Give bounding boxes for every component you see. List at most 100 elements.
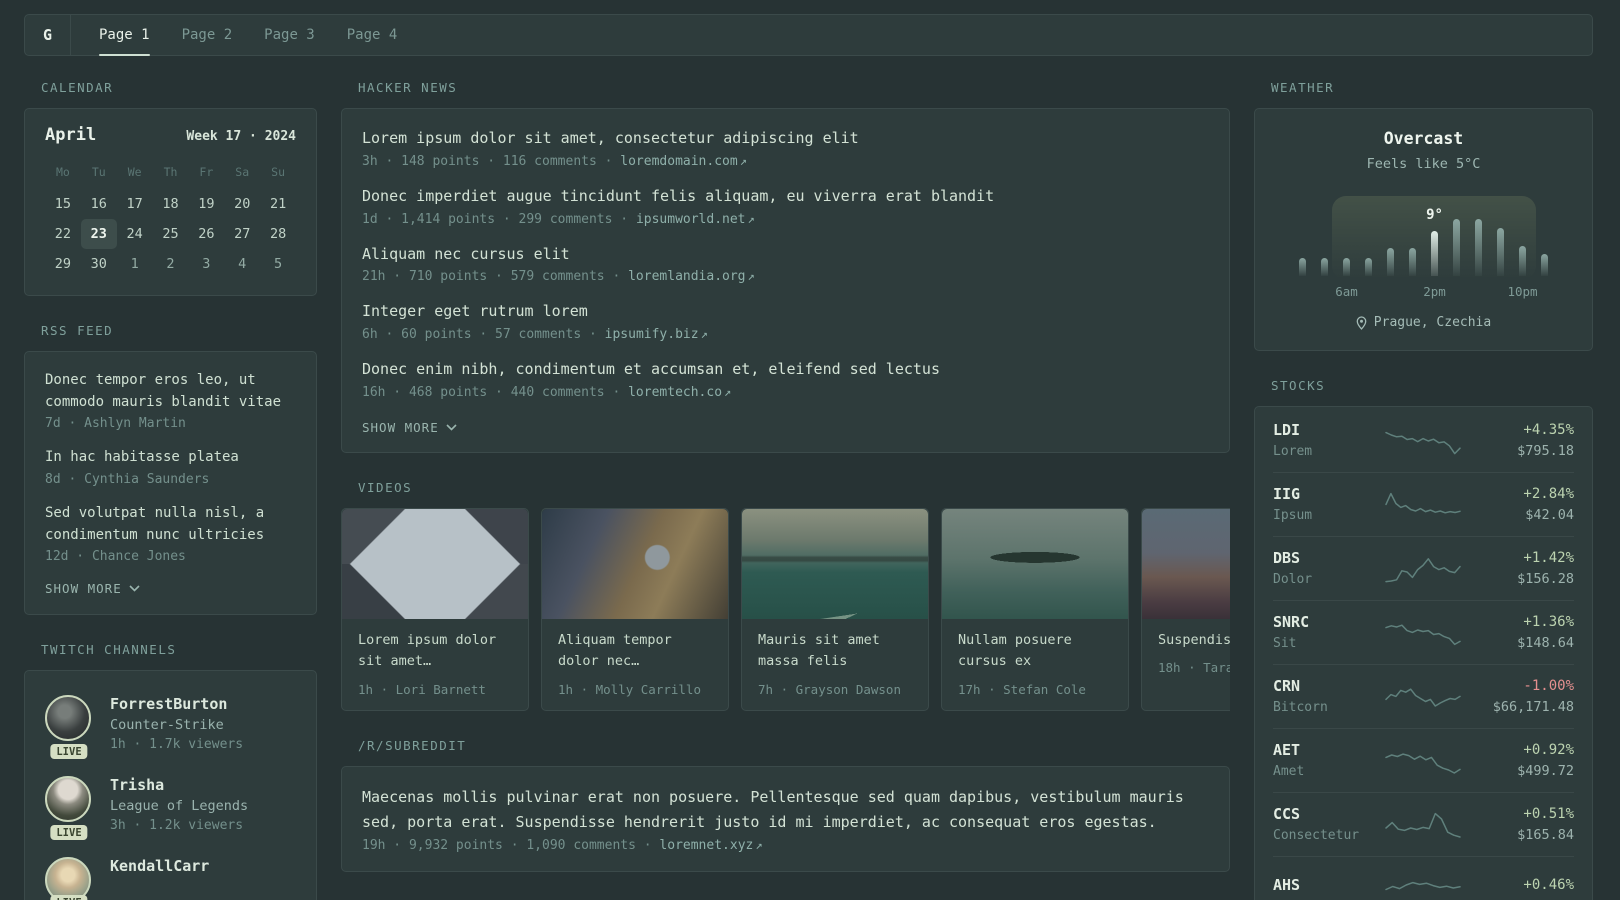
- video-title: Lorem ipsum dolor sit amet consectetu…: [358, 631, 497, 670]
- stock-row-crn[interactable]: CRN Bitcorn -1.00% $66,171.48: [1273, 664, 1574, 728]
- stock-row-snrc[interactable]: SNRC Sit +1.36% $148.64: [1273, 600, 1574, 664]
- calendar-day-15: 15: [54, 196, 72, 212]
- video-card[interactable]: Nullam posuere cursus ex 17h · Stefan Co…: [941, 507, 1129, 711]
- hn-item: Lorem ipsum dolor sit amet, consectetur …: [362, 128, 1209, 169]
- hn-item-title[interactable]: Donec enim nibh, condimentum et accumsan…: [362, 359, 1209, 381]
- stock-values: +4.35% $795.18: [1467, 422, 1574, 459]
- hn-show-more-button[interactable]: SHOW MORE: [362, 420, 1209, 435]
- channel-game: Counter-Strike: [110, 717, 224, 734]
- calendar-card: April Week 17 · 2024 Mo Tu We Th Fr Sa Su 15 16 1…: [24, 108, 317, 296]
- weather-bar: [1453, 219, 1460, 276]
- video-title: Mauris sit amet massa felis: [758, 631, 880, 670]
- app-logo[interactable]: G: [25, 15, 71, 55]
- channel-name: Trisha: [110, 776, 165, 795]
- avatar-wrap: LIVE: [45, 695, 93, 760]
- calendar-day-5: 5: [274, 256, 283, 272]
- stock-row-aet[interactable]: AET Amet +0.92% $499.72: [1273, 728, 1574, 792]
- middle-column: HACKER NEWS Lorem ipsum dolor sit amet, …: [341, 80, 1230, 900]
- subreddit-meta-text: 19h · 9,932 points · 1,090 comments ·: [362, 838, 660, 854]
- stock-sparkline: [1385, 550, 1467, 586]
- subreddit-section: /R/SUBREDDIT Maecenas mollis pulvinar er…: [341, 738, 1230, 873]
- weather-bars: 9°: [1277, 207, 1570, 276]
- twitch-section: TWITCH CHANNELS LIVE ForrestBurton Count…: [24, 642, 317, 900]
- video-card[interactable]: Lorem ipsum dolor sit amet consectetu… 1…: [341, 507, 529, 711]
- weather-time-label: 2pm: [1423, 284, 1446, 299]
- rss-show-more-button[interactable]: SHOW MORE: [45, 581, 296, 596]
- calendar-weekday: Sa: [235, 165, 250, 179]
- stock-row-dbs[interactable]: DBS Dolor +1.42% $156.28: [1273, 536, 1574, 600]
- twitch-channel-kendallcarr[interactable]: LIVE KendallCarr: [45, 847, 296, 900]
- hackernews-section-title: HACKER NEWS: [358, 80, 458, 95]
- stock-price: $165.84: [1517, 826, 1574, 843]
- hn-item-title[interactable]: Lorem ipsum dolor sit amet, consectetur …: [362, 128, 1209, 150]
- weather-section: WEATHER Overcast Feels like 5°C 9° 6am 2p…: [1254, 80, 1593, 351]
- stock-name: Sit: [1273, 636, 1297, 651]
- stock-price: $795.18: [1517, 442, 1574, 459]
- tab-page-1[interactable]: Page 1: [83, 15, 166, 56]
- hn-domain-link[interactable]: loremdomain.com: [620, 154, 737, 169]
- calendar-day-18: 18: [162, 196, 179, 212]
- stock-name: Consectetur: [1273, 828, 1360, 843]
- stock-row-ldi[interactable]: LDI Lorem +4.35% $795.18: [1273, 409, 1574, 472]
- rss-item-title[interactable]: Sed volutpat nulla nisl, a condimentum n…: [45, 503, 296, 546]
- calendar-day-21: 21: [269, 196, 287, 212]
- hn-domain-link[interactable]: loremtech.co: [628, 385, 722, 400]
- stock-name: Ipsum: [1273, 508, 1313, 523]
- calendar-day-1: 1: [130, 256, 139, 272]
- tab-page-2[interactable]: Page 2: [166, 15, 249, 55]
- rss-item-title[interactable]: In hac habitasse platea: [45, 447, 296, 469]
- stocks-card: LDI Lorem +4.35% $795.18 IIG Ipsum +2.84…: [1254, 406, 1593, 900]
- hn-domain-link[interactable]: ipsumify.biz: [605, 327, 699, 342]
- hn-item-title[interactable]: Donec imperdiet augue tincidunt felis al…: [362, 186, 1209, 208]
- hn-item-title[interactable]: Aliquam nec cursus elit: [362, 244, 1209, 266]
- content-grid: CALENDAR April Week 17 · 2024 Mo Tu We Th Fr…: [24, 80, 1593, 900]
- weather-bar: 9°: [1426, 207, 1443, 276]
- stock-sparkline: [1385, 742, 1467, 778]
- stock-row-ahs[interactable]: AHS +0.46%: [1273, 856, 1574, 900]
- weather-bar: [1299, 258, 1306, 276]
- calendar-day-27: 27: [234, 226, 251, 242]
- stock-row-iig[interactable]: IIG Ipsum +2.84% $42.04: [1273, 472, 1574, 536]
- tab-page-3[interactable]: Page 3: [248, 15, 331, 55]
- weather-time-label: 10pm: [1507, 284, 1538, 299]
- video-meta: 18h · Tara: [1158, 660, 1230, 676]
- channel-game: League of Legends: [110, 798, 249, 815]
- calendar-day-2: 2: [166, 256, 175, 272]
- video-thumbnail: [342, 508, 528, 619]
- calendar-day-3: 3: [202, 256, 211, 272]
- subreddit-post-text[interactable]: Maecenas mollis pulvinar erat non posuer…: [362, 785, 1209, 835]
- avatar: [45, 695, 91, 742]
- rss-item-meta: 7d · Ashlyn Martin: [45, 416, 186, 432]
- hn-domain-link[interactable]: loremlandia.org: [628, 269, 745, 284]
- video-thumbnail: [1142, 508, 1230, 619]
- weather-bar: [1343, 258, 1350, 276]
- tab-page-4[interactable]: Page 4: [331, 15, 414, 55]
- twitch-channel-trisha[interactable]: LIVE Trisha League of Legends 3h · 1.2k …: [45, 766, 296, 847]
- stock-sparkline: [1385, 806, 1467, 842]
- video-card[interactable]: Mauris sit amet massa felis 7h · Grayson…: [741, 507, 929, 711]
- stock-row-ccs[interactable]: CCS Consectetur +0.51% $165.84: [1273, 792, 1574, 856]
- hn-item-title[interactable]: Integer eget rutrum lorem: [362, 301, 1209, 323]
- subreddit-domain-link[interactable]: loremnet.xyz: [659, 838, 753, 853]
- stock-ticker: LDI: [1273, 421, 1301, 439]
- calendar-grid: Mo Tu We Th Fr Sa Su 15 16 17 18 19 20 21 22 23 24 25 26 27…: [45, 157, 296, 279]
- video-meta: 7h · Grayson Dawson: [758, 681, 901, 697]
- weather-time-label: 6am: [1335, 284, 1358, 299]
- video-card[interactable]: Aliquam tempor dolor nec pharetra… 1h · …: [541, 507, 729, 711]
- twitch-channel-forrestburton[interactable]: LIVE ForrestBurton Counter-Strike 1h · 1…: [45, 685, 296, 766]
- calendar-day-25: 25: [162, 226, 179, 242]
- video-card[interactable]: Suspendisse diam 18h · Tara: [1141, 507, 1230, 711]
- hn-item: Donec imperdiet augue tincidunt felis al…: [362, 186, 1209, 227]
- stock-change: +0.46%: [1523, 876, 1574, 893]
- calendar-day-23: 23: [80, 219, 117, 249]
- calendar-day-24: 24: [126, 226, 143, 242]
- hn-domain-link[interactable]: ipsumworld.net: [636, 212, 746, 227]
- rss-item-title[interactable]: Donec tempor eros leo, ut commodo mauris…: [45, 370, 296, 413]
- page-tabs: Page 1 Page 2 Page 3 Page 4: [71, 15, 414, 56]
- calendar-day-19: 19: [198, 196, 215, 212]
- weather-location-row: Prague, Czechia: [1277, 315, 1570, 330]
- weather-current-temp: 9°: [1426, 207, 1443, 223]
- hn-item: Donec enim nibh, condimentum et accumsan…: [362, 359, 1209, 400]
- channel-info: KendallCarr: [110, 857, 209, 900]
- calendar-weekday: Fr: [199, 165, 214, 179]
